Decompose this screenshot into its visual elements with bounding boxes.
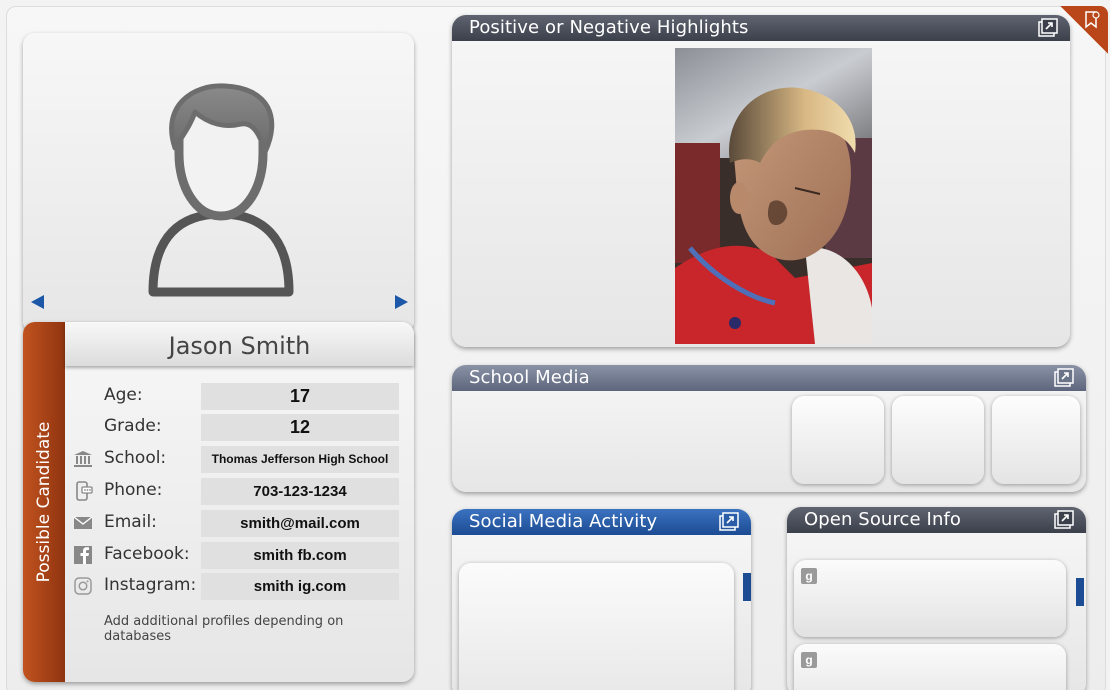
highlights-header: Positive or Negative Highlights xyxy=(452,15,1070,41)
open-source-item[interactable]: g xyxy=(794,560,1066,637)
email-icon xyxy=(73,516,93,529)
field-value: 17 xyxy=(201,383,399,410)
field-value: smith@mail.com xyxy=(201,510,399,537)
user-silhouette-icon xyxy=(148,83,294,297)
person-photo-image xyxy=(675,48,872,344)
profile-card: Possible Candidate Jason Smith Age: 17 G… xyxy=(23,322,414,682)
status-tab-label: Possible Candidate xyxy=(34,421,54,583)
field-value: Thomas Jefferson High School xyxy=(201,446,399,473)
profiles-note: Add additional profiles depending on dat… xyxy=(104,614,344,644)
previous-photo-arrow[interactable] xyxy=(31,295,44,309)
highlights-panel: Positive or Negative Highlights xyxy=(452,15,1070,347)
expand-icon[interactable] xyxy=(1036,18,1058,38)
expand-icon[interactable] xyxy=(1052,510,1074,530)
open-source-item[interactable]: g xyxy=(794,644,1066,690)
field-label: School: xyxy=(104,448,167,468)
school-media-panel: School Media xyxy=(452,365,1086,492)
google-icon: g xyxy=(801,568,817,584)
field-label: Instagram: xyxy=(104,575,197,595)
candidate-name: Jason Smith xyxy=(65,322,414,366)
avatar-card xyxy=(23,33,414,333)
media-thumbnail[interactable] xyxy=(792,396,884,484)
field-phone: Phone: 703-123-1234 xyxy=(71,478,401,505)
field-instagram: Instagram: smith ig.com xyxy=(71,573,401,600)
phone-icon xyxy=(76,481,93,501)
field-facebook: Facebook: smith fb.com xyxy=(71,542,401,569)
social-media-header: Social Media Activity xyxy=(452,509,751,535)
expand-icon[interactable] xyxy=(717,512,739,532)
panel-title: Social Media Activity xyxy=(469,511,658,532)
open-source-header: Open Source Info xyxy=(787,507,1086,533)
media-thumbnail[interactable] xyxy=(992,396,1080,484)
open-source-panel: Open Source Info g g xyxy=(787,507,1086,690)
status-tab[interactable]: Possible Candidate xyxy=(23,322,65,682)
facebook-icon xyxy=(74,546,92,564)
field-label: Facebook: xyxy=(104,544,190,564)
panel-title: Open Source Info xyxy=(804,509,962,530)
field-label: Age: xyxy=(104,385,143,405)
next-photo-arrow[interactable] xyxy=(395,295,408,309)
field-value: smith fb.com xyxy=(201,542,399,569)
instagram-icon xyxy=(74,577,92,595)
panel-title: School Media xyxy=(469,367,590,388)
field-label: Grade: xyxy=(104,416,162,436)
field-grade: Grade: 12 xyxy=(71,414,401,441)
scrollbar-thumb[interactable] xyxy=(743,573,751,601)
panel-title: Positive or Negative Highlights xyxy=(469,17,749,38)
field-value: 12 xyxy=(201,414,399,441)
field-label: Email: xyxy=(104,512,157,532)
media-thumbnail[interactable] xyxy=(892,396,984,484)
field-email: Email: smith@mail.com xyxy=(71,510,401,537)
field-value: 703-123-1234 xyxy=(201,478,399,505)
field-label: Phone: xyxy=(104,480,163,500)
school-icon xyxy=(74,451,92,467)
social-media-panel: Social Media Activity xyxy=(452,509,751,690)
school-media-header: School Media xyxy=(452,365,1086,391)
field-age: Age: 17 xyxy=(71,383,401,410)
highlight-photo[interactable] xyxy=(675,48,872,344)
google-icon: g xyxy=(801,652,817,668)
social-post-card[interactable] xyxy=(459,563,734,690)
scrollbar-thumb[interactable] xyxy=(1076,578,1084,606)
bookmark-icon xyxy=(1085,11,1100,29)
expand-icon[interactable] xyxy=(1052,368,1074,388)
field-value: smith ig.com xyxy=(201,573,399,600)
field-school: School: Thomas Jefferson High School xyxy=(71,446,401,473)
